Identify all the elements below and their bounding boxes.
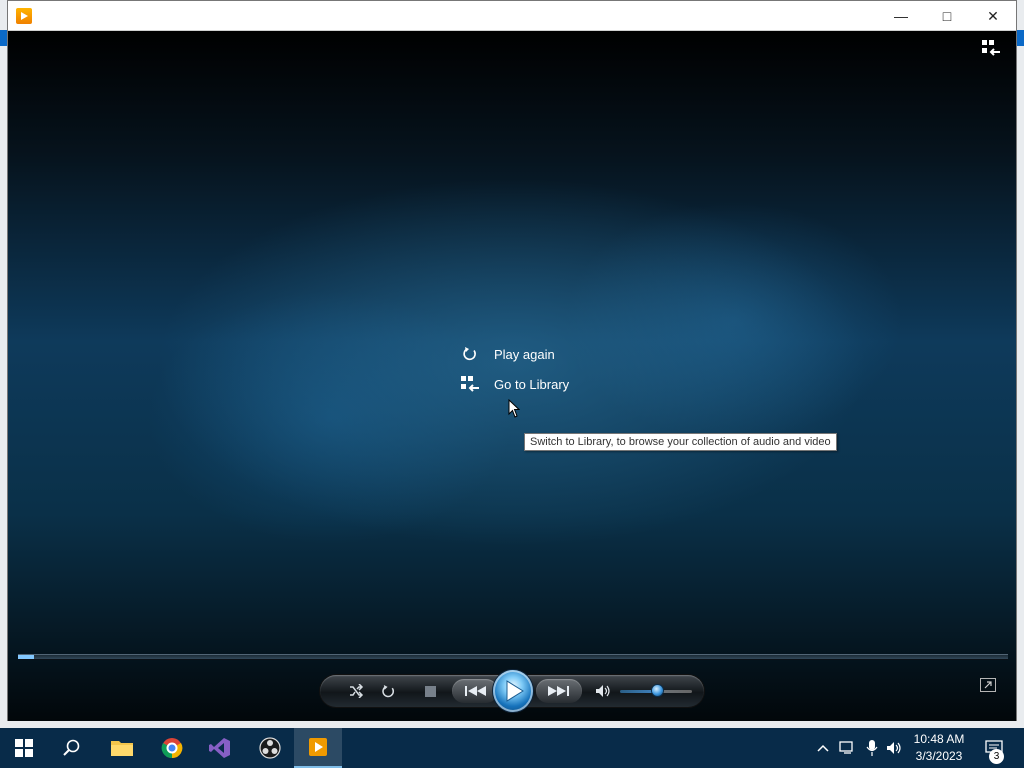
windows-taskbar: 10:48 AM 3/3/2023 3 bbox=[0, 728, 1024, 768]
chrome-taskbar-button[interactable] bbox=[148, 728, 196, 768]
previous-button[interactable] bbox=[452, 679, 498, 703]
chevron-up-icon bbox=[817, 744, 829, 752]
volume-icon bbox=[887, 742, 901, 754]
clock-time: 10:48 AM bbox=[913, 732, 965, 746]
replay-icon bbox=[460, 345, 480, 363]
network-icon bbox=[839, 741, 853, 754]
stop-icon bbox=[424, 685, 436, 697]
media-player-app-icon bbox=[16, 8, 32, 24]
previous-icon bbox=[465, 686, 486, 696]
playback-controls bbox=[320, 670, 704, 712]
close-button[interactable]: ✕ bbox=[970, 1, 1016, 31]
chrome-icon bbox=[161, 738, 183, 759]
tray-overflow-button[interactable] bbox=[814, 728, 832, 768]
expand-icon bbox=[984, 681, 992, 689]
library-tooltip: Switch to Library, to browse your collec… bbox=[524, 433, 837, 451]
file-explorer-taskbar-button[interactable] bbox=[98, 728, 146, 768]
obs-taskbar-button[interactable] bbox=[246, 728, 294, 768]
minimize-icon: — bbox=[894, 8, 908, 24]
taskbar-clock[interactable]: 10:48 AM 3/3/2023 bbox=[904, 731, 974, 765]
mouse-pointer-icon bbox=[508, 399, 520, 418]
video-display-area[interactable]: Play again Go to Library Switch to Libra… bbox=[8, 31, 1016, 721]
start-button[interactable] bbox=[0, 728, 48, 768]
media-player-taskbar-button[interactable] bbox=[294, 728, 342, 768]
microphone-tray-button[interactable] bbox=[862, 728, 882, 768]
minimize-button[interactable]: — bbox=[878, 1, 924, 31]
shuffle-icon bbox=[350, 684, 364, 698]
repeat-button[interactable] bbox=[376, 675, 400, 707]
mute-button[interactable] bbox=[591, 675, 615, 707]
media-player-icon bbox=[309, 738, 327, 756]
library-grid-icon bbox=[982, 40, 1000, 56]
visual-studio-taskbar-button[interactable] bbox=[196, 728, 244, 768]
windows-logo-icon bbox=[15, 739, 33, 757]
volume-thumb[interactable] bbox=[652, 685, 663, 696]
title-bar: — □ ✕ bbox=[8, 1, 1016, 31]
play-again-option[interactable]: Play again bbox=[460, 339, 640, 369]
network-tray-button[interactable] bbox=[836, 728, 858, 768]
stop-button[interactable] bbox=[418, 675, 442, 707]
go-to-library-option[interactable]: Go to Library bbox=[460, 369, 640, 399]
folder-icon bbox=[111, 741, 133, 756]
volume-tray-button[interactable] bbox=[884, 728, 904, 768]
seek-bar[interactable] bbox=[18, 654, 1008, 660]
play-button[interactable] bbox=[493, 670, 533, 712]
seek-progress bbox=[18, 655, 34, 659]
speaker-icon bbox=[596, 685, 610, 697]
maximize-icon: □ bbox=[942, 8, 952, 24]
search-icon bbox=[63, 739, 80, 756]
shuffle-button[interactable] bbox=[344, 675, 368, 707]
switch-to-library-button[interactable] bbox=[980, 39, 1002, 57]
close-icon: ✕ bbox=[987, 7, 999, 24]
next-button[interactable] bbox=[536, 679, 582, 703]
media-player-window: — □ ✕ Play again Go to Library Switch to… bbox=[7, 0, 1017, 721]
repeat-icon bbox=[381, 684, 394, 697]
next-icon bbox=[548, 686, 569, 696]
microphone-icon bbox=[866, 740, 878, 756]
obs-icon bbox=[259, 737, 281, 759]
go-to-library-label: Go to Library bbox=[494, 376, 570, 392]
post-playback-menu: Play again Go to Library bbox=[460, 339, 640, 399]
maximize-button[interactable]: □ bbox=[924, 1, 970, 31]
play-icon bbox=[506, 680, 524, 702]
taskbar-search-button[interactable] bbox=[48, 728, 96, 768]
library-icon bbox=[460, 375, 480, 393]
visual-studio-icon bbox=[209, 738, 230, 758]
notification-count-badge: 3 bbox=[989, 749, 1004, 764]
clock-date: 3/3/2023 bbox=[915, 749, 963, 763]
play-again-label: Play again bbox=[494, 346, 555, 362]
fullscreen-button[interactable] bbox=[980, 678, 996, 692]
